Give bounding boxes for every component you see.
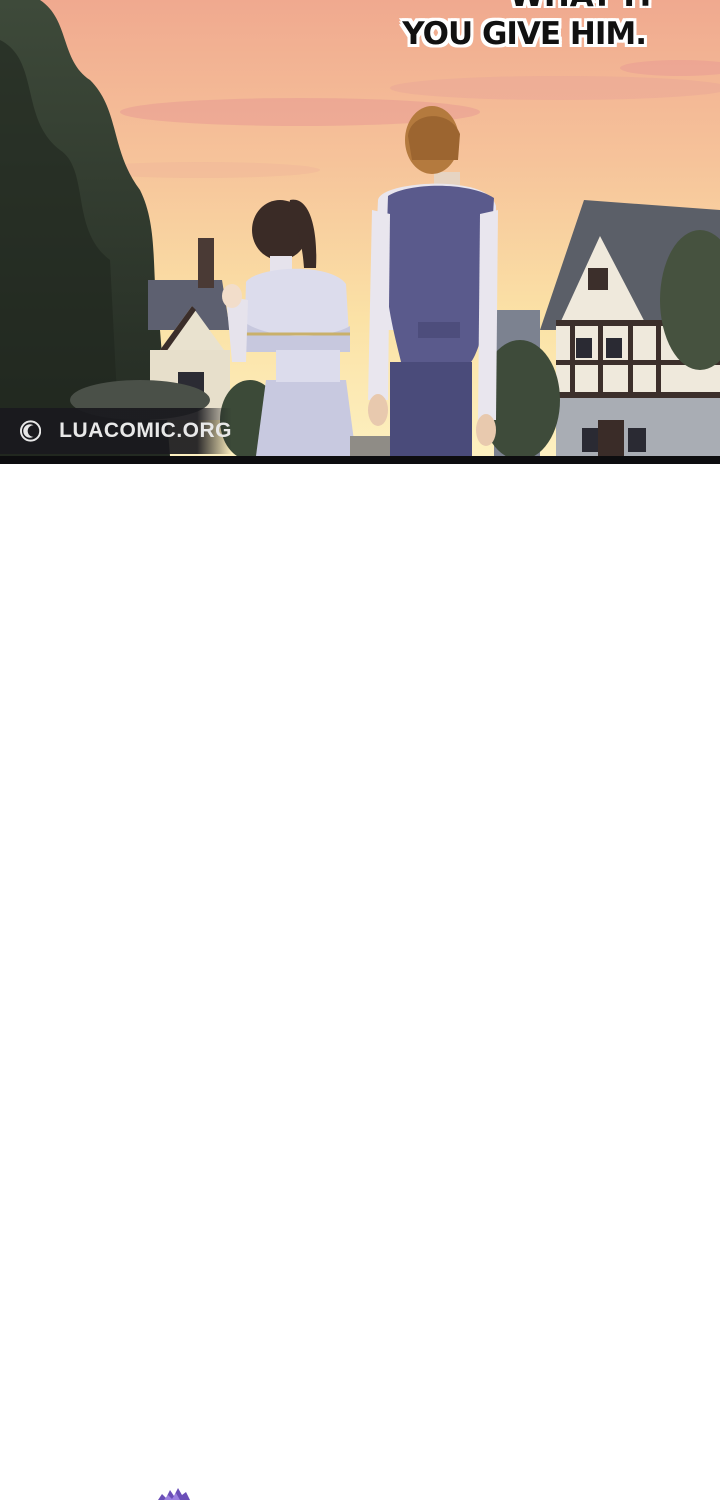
next-panel-fragment: [158, 1488, 190, 1500]
panel-border: [0, 456, 720, 464]
sunset-village-illustration: [0, 0, 720, 456]
watermark-text: LUACOMIC.ORG: [59, 419, 232, 442]
watermark-banner: LUACOMIC.ORG: [0, 408, 232, 454]
speech-text-partial: WHAT IT THING: [396, 0, 656, 8]
speech-text: YOU GIVE HIM.: [402, 16, 647, 52]
moon-logo-icon: [20, 420, 42, 442]
comic-panel: WHAT IT THING YOU GIVE HIM. LUACOMIC.ORG: [0, 0, 720, 456]
